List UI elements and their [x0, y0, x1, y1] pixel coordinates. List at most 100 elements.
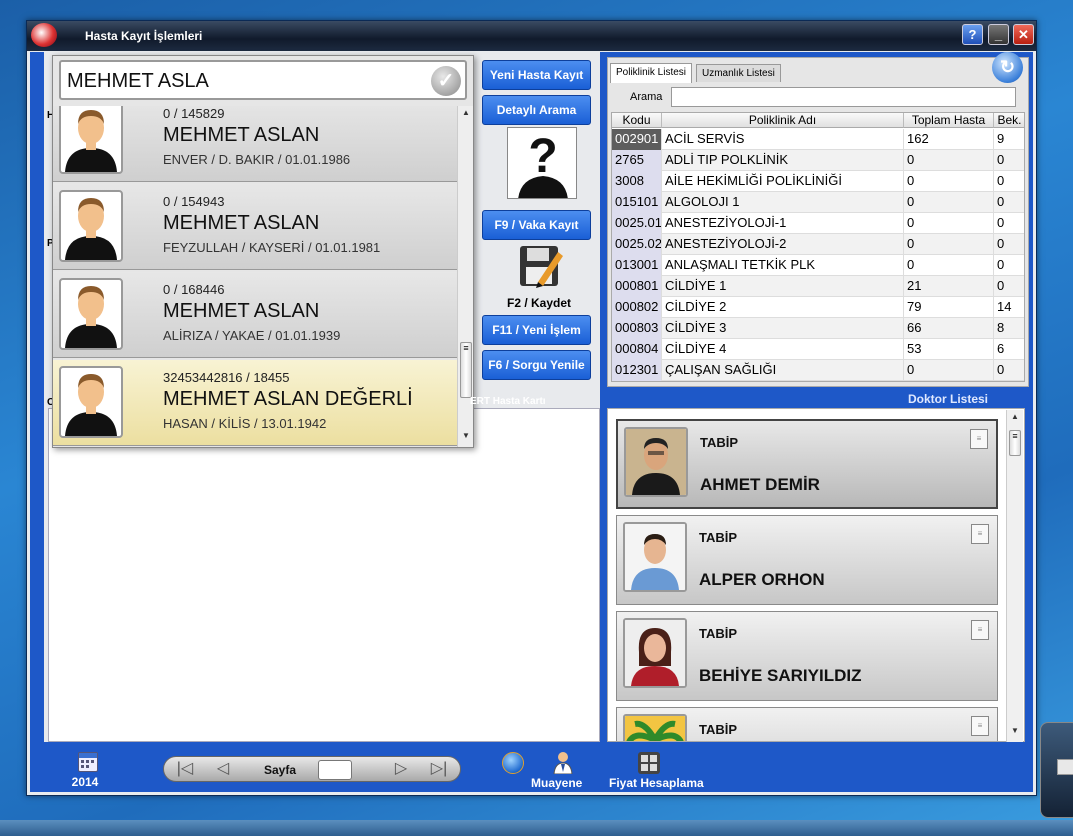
doctor-photo [623, 714, 687, 741]
table-cell: ACİL SERVİS [662, 129, 904, 150]
side-gadget[interactable] [1040, 722, 1073, 818]
patient-item[interactable]: 0 / 145829 MEHMET ASLAN ENVER / D. BAKIR… [53, 106, 457, 182]
page-number-input[interactable] [318, 760, 352, 780]
person-avatar-icon [59, 106, 123, 174]
next-page-button[interactable]: ▷ [384, 759, 418, 779]
table-row[interactable]: 012301 ÇALIŞAN SAĞLIĞI 0 0 [612, 360, 1024, 381]
new-patient-button[interactable]: Yeni Hasta Kayıt [482, 60, 591, 90]
last-page-button[interactable]: ▷| [422, 759, 456, 779]
doctor-card[interactable]: TABİP ALPER ORHON ≡ [616, 515, 998, 605]
globe-icon[interactable] [502, 752, 524, 774]
pager: |◁ ◁ Sayfa ▷ ▷| [163, 756, 461, 782]
refresh-query-button[interactable]: F6 / Sorgu Yenile [482, 350, 591, 380]
doctor-card[interactable]: TABİP BEHİYE SARIYILDIZ ≡ [616, 611, 998, 701]
scroll-thumb[interactable]: ≡ [460, 342, 472, 398]
table-cell: AİLE HEKİMLİĞİ POLİKLİNİĞİ [662, 171, 904, 192]
doctor-card[interactable]: TABİP ≡ [616, 707, 998, 741]
table-cell: 012301 [612, 360, 662, 381]
patient-item-selected[interactable]: 32453442816 / 18455 MEHMET ASLAN DEĞERLİ… [53, 360, 457, 446]
case-record-button[interactable]: F9 / Vaka Kayıt [482, 210, 591, 240]
close-button[interactable]: ✕ [1013, 24, 1034, 45]
polyclinic-panel: Poliklinik Listesi Uzmanlık Listesi Aram… [607, 57, 1029, 387]
tab-specialty-list[interactable]: Uzmanlık Listesi [696, 64, 781, 82]
table-cell: ANLAŞMALI TETKİK PLK [662, 255, 904, 276]
ert-card-label: ERT Hasta Kartı [470, 396, 546, 407]
column-header[interactable]: Bek. [994, 113, 1024, 128]
table-cell: ANESTEZİYOLOJİ-2 [662, 234, 904, 255]
doctor-card[interactable]: TABİP AHMET DEMİR ≡ [616, 419, 998, 509]
table-row[interactable]: 002901 ACİL SERVİS 162 9 [612, 129, 1024, 150]
patient-item[interactable]: 0 / 168446 MEHMET ASLAN ALİRIZA / YAKAE … [53, 272, 457, 358]
table-cell: CİLDİYE 2 [662, 297, 904, 318]
note-icon[interactable]: ≡ [971, 620, 989, 640]
folder-icon [1057, 759, 1073, 775]
table-row[interactable]: 2765 ADLİ TIP POLKLİNİK 0 0 [612, 150, 1024, 171]
table-row[interactable]: 0025.02 ANESTEZİYOLOJİ-2 0 0 [612, 234, 1024, 255]
table-cell: 162 [904, 129, 994, 150]
table-row[interactable]: 3008 AİLE HEKİMLİĞİ POLİKLİNİĞİ 0 0 [612, 171, 1024, 192]
detailed-search-button[interactable]: Detaylı Arama [482, 95, 591, 125]
patient-search-popup: ✓ 0 / 145829 MEHMET ASLAN ENVER / D. BAK… [52, 55, 474, 448]
scroll-up-icon[interactable]: ▲ [1007, 412, 1023, 426]
year-label[interactable]: 2014 [68, 775, 102, 789]
table-cell: CİLDİYE 1 [662, 276, 904, 297]
confirm-check-icon[interactable]: ✓ [431, 66, 461, 96]
examination-button[interactable]: Muayene [531, 776, 582, 790]
note-icon[interactable]: ≡ [971, 524, 989, 544]
svg-text:?: ? [528, 130, 557, 183]
calculator-icon[interactable] [638, 752, 660, 774]
scroll-down-icon[interactable]: ▼ [1007, 726, 1023, 740]
table-cell: 2765 [612, 150, 662, 171]
patient-search-input[interactable] [67, 68, 427, 94]
polyclinic-search-label: Arama [630, 91, 663, 103]
doctor-role: TABİP [699, 626, 738, 641]
scroll-thumb[interactable]: ≡ [1009, 430, 1021, 456]
title-bar: Hasta Kayıt İşlemleri ? _ ✕ [27, 21, 1036, 51]
previous-page-button[interactable]: ◁ [206, 759, 240, 779]
patient-name: MEHMET ASLAN DEĞERLİ [163, 388, 413, 410]
scroll-down-icon[interactable]: ▼ [458, 431, 474, 445]
column-header[interactable]: Toplam Hasta [904, 113, 994, 128]
patient-name: MEHMET ASLAN [163, 212, 320, 234]
tab-polyclinic-list[interactable]: Poliklinik Listesi [610, 63, 693, 83]
minimize-button[interactable]: _ [988, 24, 1009, 45]
table-cell: 53 [904, 339, 994, 360]
table-row[interactable]: 000804 CİLDİYE 4 53 6 [612, 339, 1024, 360]
note-icon[interactable]: ≡ [971, 716, 989, 736]
table-row[interactable]: 0025.01 ANESTEZİYOLOJİ-1 0 0 [612, 213, 1024, 234]
table-row[interactable]: 000802 CİLDİYE 2 79 14 [612, 297, 1024, 318]
refresh-icon[interactable]: ↻ [992, 52, 1023, 83]
table-row[interactable]: 000803 CİLDİYE 3 66 8 [612, 318, 1024, 339]
new-process-button[interactable]: F11 / Yeni İşlem [482, 315, 591, 345]
doctor-icon[interactable] [552, 750, 574, 775]
price-calculation-button[interactable]: Fiyat Hesaplama [609, 776, 704, 790]
doctor-list-scrollbar[interactable]: ▲ ≡ ▼ [1006, 410, 1023, 742]
save-floppy-icon[interactable] [518, 242, 564, 290]
patient-item[interactable]: 0 / 154943 MEHMET ASLAN FEYZULLAH / KAYS… [53, 184, 457, 270]
table-row[interactable]: 000801 CİLDİYE 1 21 0 [612, 276, 1024, 297]
page-label: Sayfa [264, 763, 297, 777]
column-header[interactable]: Kodu [612, 113, 662, 128]
note-icon[interactable]: ≡ [970, 429, 988, 449]
save-label[interactable]: F2 / Kaydet [484, 296, 594, 310]
table-cell: 0 [904, 171, 994, 192]
polyclinic-search-input[interactable] [671, 87, 1016, 107]
table-cell: 0 [904, 192, 994, 213]
table-row[interactable]: 015101 ALGOLOJI 100 [612, 192, 1024, 213]
table-cell: 0 [904, 234, 994, 255]
calendar-icon[interactable] [78, 752, 98, 772]
patient-info: HASAN / KİLİS / 13.01.1942 [163, 416, 327, 431]
table-row[interactable]: 013001 ANLAŞMALI TETKİK PLK 0 0 [612, 255, 1024, 276]
polyclinic-table: Kodu Poliklinik Adı Toplam Hasta Bek. 00… [611, 112, 1025, 382]
patient-info: ALİRIZA / YAKAE / 01.01.1939 [163, 328, 341, 343]
person-avatar-icon [59, 366, 123, 438]
scroll-up-icon[interactable]: ▲ [458, 108, 474, 122]
table-cell: 21 [904, 276, 994, 297]
table-cell: CİLDİYE 3 [662, 318, 904, 339]
column-header[interactable]: Poliklinik Adı [662, 113, 904, 128]
table-cell: 0 [994, 171, 1024, 192]
table-cell: 0025.01 [612, 213, 662, 234]
patient-result-list: 0 / 145829 MEHMET ASLAN ENVER / D. BAKIR… [53, 106, 457, 447]
help-button[interactable]: ? [962, 24, 983, 45]
first-page-button[interactable]: |◁ [168, 759, 202, 779]
